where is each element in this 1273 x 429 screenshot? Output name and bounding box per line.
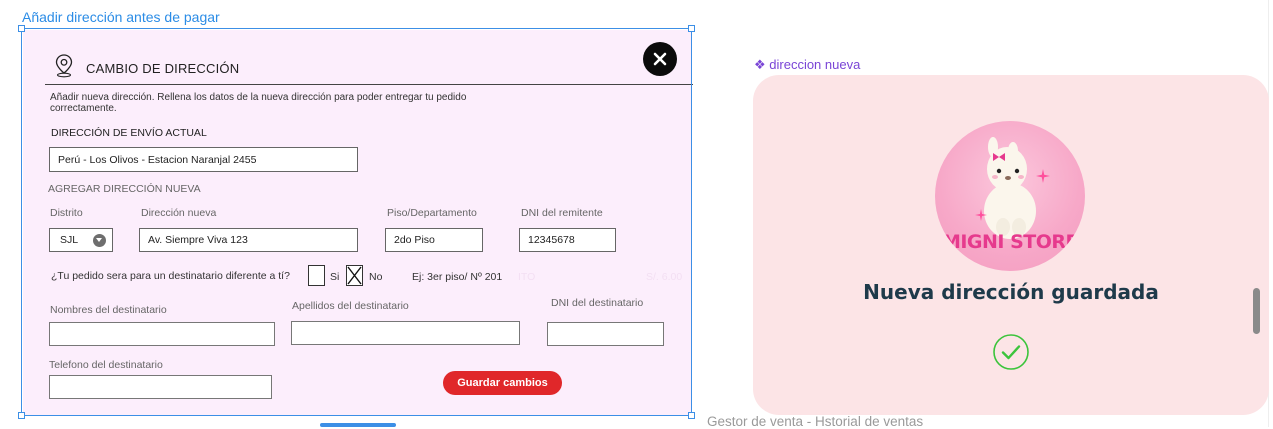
frame-tab-indicator bbox=[320, 423, 396, 427]
selection-box bbox=[21, 28, 692, 416]
resize-handle-top-right[interactable] bbox=[688, 25, 695, 32]
confirmation-card: MIGNI STORF Nueva dirección guardada bbox=[753, 75, 1269, 415]
sparkle-icon bbox=[1036, 169, 1050, 183]
frame-label[interactable]: Añadir dirección antes de pagar bbox=[22, 9, 220, 25]
brand-logo: MIGNI STORF bbox=[935, 121, 1085, 271]
resize-handle-bottom-left[interactable] bbox=[18, 412, 25, 419]
resize-handle-bottom-right[interactable] bbox=[688, 412, 695, 419]
sparkle-icon bbox=[975, 209, 987, 221]
resize-handle-top-left[interactable] bbox=[18, 25, 25, 32]
scrollbar-thumb[interactable] bbox=[1253, 288, 1260, 334]
brand-name: MIGNI STORF bbox=[941, 231, 1079, 253]
component-label[interactable]: ❖ direccion nueva bbox=[754, 57, 860, 73]
checkmark-circle-icon bbox=[993, 334, 1029, 370]
confirmation-message: Nueva dirección guardada bbox=[863, 280, 1159, 304]
